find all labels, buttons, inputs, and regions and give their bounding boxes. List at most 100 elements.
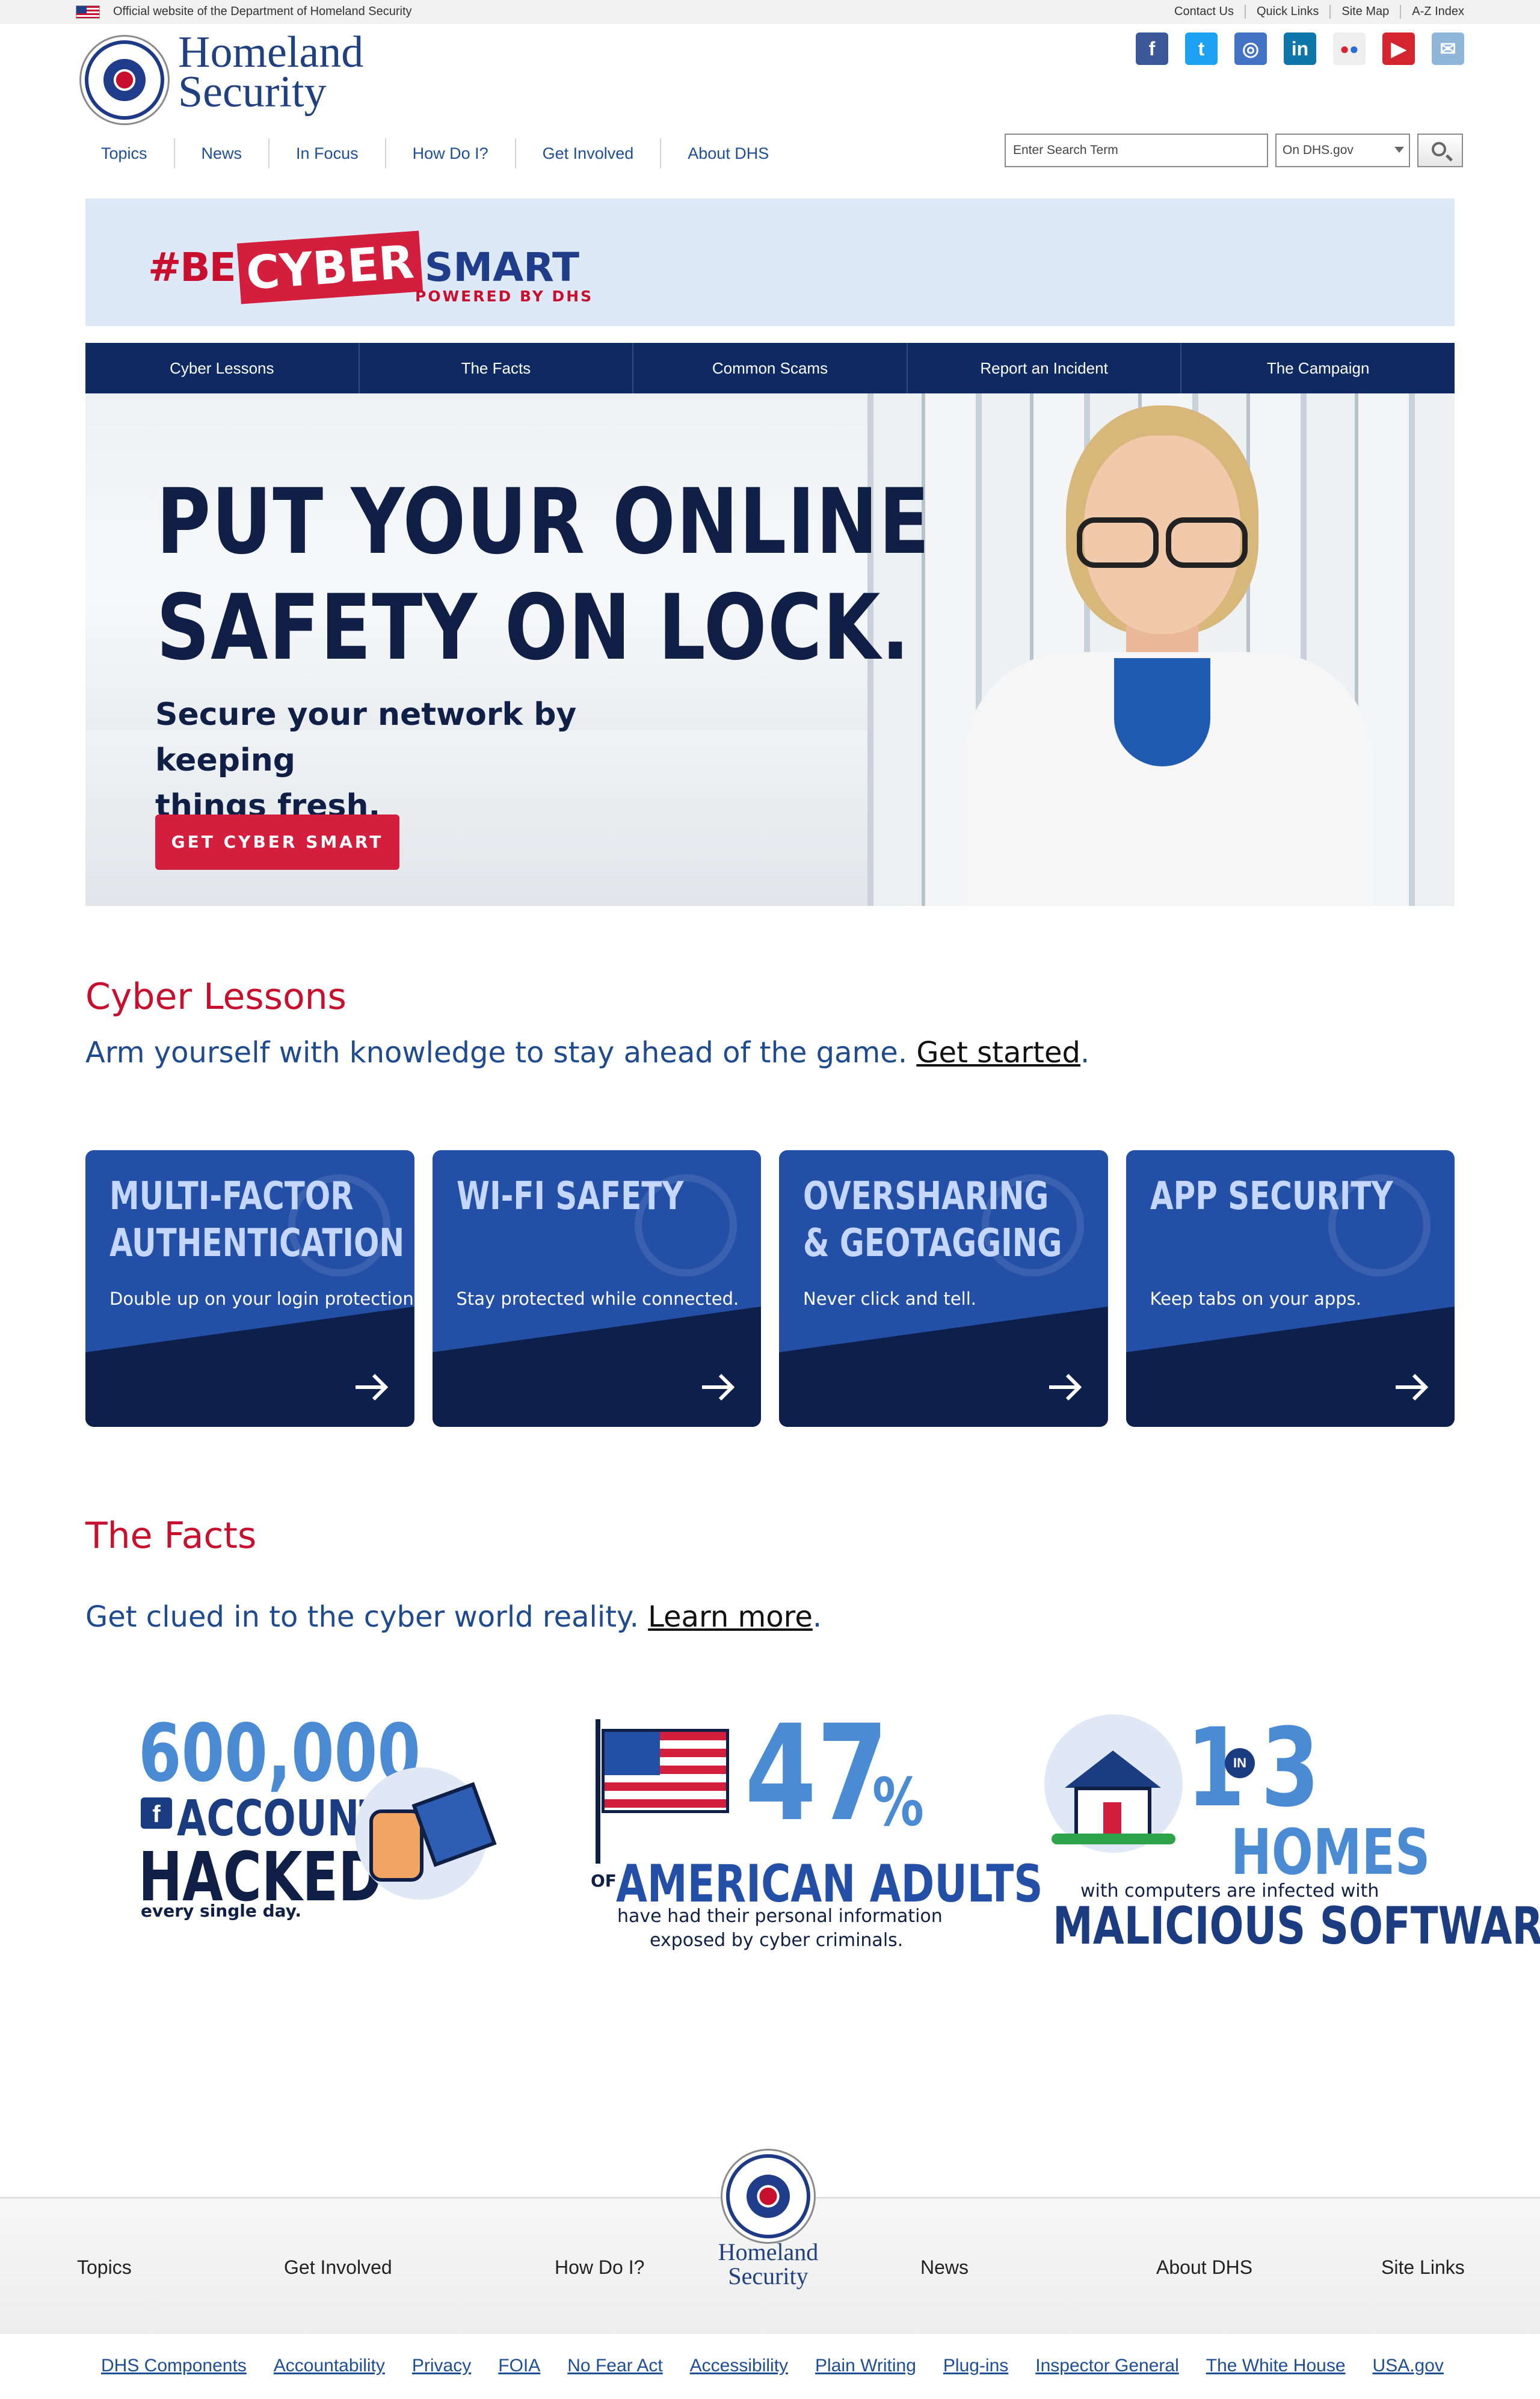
legal-accessibility[interactable]: Accessibility	[690, 2356, 788, 2376]
nav-in-focus[interactable]: In Focus	[268, 138, 385, 168]
fact1-line3: every single day.	[141, 1901, 302, 1921]
card-wifi-safety[interactable]: WI-FI SAFETY Stay protected while connec…	[432, 1150, 761, 1427]
the-facts-title: The Facts	[85, 1515, 257, 1557]
official-website-text: Official website of the Department of Ho…	[113, 5, 412, 18]
hero-sub-line-1: Secure your network by keeping	[155, 697, 577, 778]
legal-plain-writing[interactable]: Plain Writing	[815, 2356, 916, 2376]
twitter-icon[interactable]: t	[1185, 32, 1218, 65]
nav-topics[interactable]: Topics	[75, 138, 174, 168]
fact3-homes: HOMES	[1231, 1815, 1431, 1889]
arrow-right-icon[interactable]	[1043, 1366, 1086, 1409]
instagram-icon[interactable]: ◎	[1234, 32, 1267, 65]
utility-links: Contact Us Quick Links Site Map A-Z Inde…	[1163, 5, 1464, 19]
site-map-link[interactable]: Site Map	[1329, 5, 1400, 19]
scientist-photo	[940, 399, 1397, 906]
card-text: Keep tabs on your apps.	[1150, 1289, 1361, 1309]
arrow-right-icon[interactable]	[696, 1366, 739, 1409]
lessons-intro-period: .	[1080, 1036, 1090, 1070]
card-multi-factor[interactable]: MULTI-FACTOR AUTHENTICATION Double up on …	[85, 1150, 414, 1427]
fact2-line3: exposed by cyber criminals.	[650, 1930, 904, 1951]
us-flag-icon	[76, 5, 100, 19]
legal-links: DHS Components Accountability Privacy FO…	[101, 2356, 1444, 2376]
cyber-lessons-title: Cyber Lessons	[85, 976, 346, 1018]
legal-plug-ins[interactable]: Plug-ins	[943, 2356, 1008, 2376]
contact-us-link[interactable]: Contact Us	[1163, 5, 1245, 19]
get-cyber-smart-button[interactable]: GET CYBER SMART	[155, 815, 399, 870]
legal-privacy[interactable]: Privacy	[412, 2356, 471, 2376]
quick-links-link[interactable]: Quick Links	[1244, 5, 1329, 19]
hero-headline: PUT YOUR ONLINE SAFETY ON LOCK.	[156, 469, 931, 681]
footer-dhs-seal[interactable]	[721, 2149, 816, 2244]
footer-topics[interactable]: Topics	[77, 2256, 132, 2279]
footer-how-do-i[interactable]: How Do I?	[555, 2256, 644, 2279]
social-links: f t ◎ in ● ● ▶ ✉	[1136, 32, 1464, 65]
legal-no-fear-act[interactable]: No Fear Act	[567, 2356, 662, 2376]
campaign-nav-the-campaign[interactable]: The Campaign	[1180, 343, 1455, 393]
fact2-line1: AMERICAN ADULTS	[616, 1854, 1043, 1914]
arrow-right-icon[interactable]	[1390, 1366, 1433, 1409]
campaign-nav-common-scams[interactable]: Common Scams	[632, 343, 907, 393]
get-started-link[interactable]: Get started	[916, 1036, 1080, 1070]
legal-accountability[interactable]: Accountability	[274, 2356, 385, 2376]
nav-how-do-i[interactable]: How Do I?	[384, 138, 515, 168]
linkedin-icon[interactable]: in	[1284, 32, 1316, 65]
facts-intro-period: .	[812, 1600, 822, 1634]
search-scope-select[interactable]: On DHS.gov	[1275, 134, 1410, 167]
legal-white-house[interactable]: The White House	[1206, 2356, 1346, 2376]
card-title-line: OVERSHARING	[803, 1174, 1049, 1219]
footer-site-links[interactable]: Site Links	[1381, 2256, 1465, 2279]
footer-wordmark[interactable]: Homeland Security	[704, 2240, 833, 2288]
wordmark-line-2: Security	[178, 67, 327, 117]
card-text: Stay protected while connected.	[456, 1289, 739, 1309]
fact2-of: OF	[591, 1871, 617, 1891]
chevron-down-icon	[1394, 147, 1404, 153]
search-button[interactable]	[1417, 134, 1463, 167]
legal-usa-gov[interactable]: USA.gov	[1373, 2356, 1444, 2376]
nav-about-dhs[interactable]: About DHS	[660, 138, 795, 168]
fact-accounts-hacked: 600,000 f ACCOUNTS HACKED every single d…	[138, 1707, 499, 1936]
hero-banner: PUT YOUR ONLINE SAFETY ON LOCK. Secure y…	[85, 393, 1455, 906]
card-text: Never click and tell.	[803, 1289, 977, 1309]
us-flag-icon	[602, 1729, 729, 1813]
homeland-security-wordmark[interactable]: Homeland Security	[178, 30, 363, 117]
card-app-security[interactable]: APP SECURITY Keep tabs on your apps.	[1126, 1150, 1455, 1427]
nav-news[interactable]: News	[173, 138, 269, 168]
fact3-three: 3	[1261, 1705, 1320, 1831]
card-oversharing[interactable]: OVERSHARING & GEOTAGGING Never click and …	[779, 1150, 1108, 1427]
a-z-index-link[interactable]: A-Z Index	[1400, 5, 1464, 19]
facts-intro-text: Get clued in to the cyber world reality.	[85, 1600, 639, 1634]
lessons-intro-text: Arm yourself with knowledge to stay ahea…	[85, 1036, 908, 1070]
card-title-line: APP SECURITY	[1150, 1174, 1393, 1219]
footer-news[interactable]: News	[920, 2256, 969, 2279]
powered-by-dhs: POWERED BY DHS	[415, 288, 594, 305]
footer-about-dhs[interactable]: About DHS	[1156, 2256, 1252, 2279]
fact3-line2: MALICIOUS SOFTWARE	[1053, 1896, 1540, 1956]
campaign-nav-the-facts[interactable]: The Facts	[358, 343, 633, 393]
be-cyber-smart-banner[interactable]: #BE CYBER SMART POWERED BY DHS	[85, 199, 1455, 326]
campaign-nav-report-incident[interactable]: Report an Incident	[906, 343, 1181, 393]
flickr-icon[interactable]: ● ●	[1333, 32, 1366, 65]
youtube-icon[interactable]: ▶	[1382, 32, 1415, 65]
card-title: APP SECURITY	[1150, 1173, 1455, 1220]
learn-more-link[interactable]: Learn more	[648, 1600, 813, 1634]
utility-bar: Official website of the Department of Ho…	[0, 0, 1540, 24]
search-input[interactable]: Enter Search Term	[1005, 134, 1268, 167]
fact2-line2: have had their personal information	[617, 1906, 943, 1927]
fact2-number: 47	[745, 1696, 889, 1850]
legal-dhs-components[interactable]: DHS Components	[101, 2356, 247, 2376]
house-icon	[1044, 1714, 1183, 1853]
nav-get-involved[interactable]: Get Involved	[514, 138, 661, 168]
dhs-seal-logo[interactable]	[79, 35, 170, 125]
search-icon	[1432, 142, 1446, 156]
email-icon[interactable]: ✉	[1432, 32, 1464, 65]
arrow-right-icon[interactable]	[350, 1366, 393, 1409]
fact-american-adults: 47 % OF AMERICAN ADULTS have had their p…	[590, 1696, 1043, 1960]
legal-inspector-general[interactable]: Inspector General	[1035, 2356, 1178, 2376]
campaign-nav-cyber-lessons[interactable]: Cyber Lessons	[85, 343, 359, 393]
card-title: OVERSHARING & GEOTAGGING	[803, 1173, 1108, 1267]
card-title: MULTI-FACTOR AUTHENTICATION	[109, 1173, 414, 1267]
facebook-icon[interactable]: f	[1136, 32, 1168, 65]
legal-foia[interactable]: FOIA	[498, 2356, 540, 2376]
logo-hash-be: #BE	[148, 244, 236, 291]
footer-get-involved[interactable]: Get Involved	[284, 2256, 392, 2279]
